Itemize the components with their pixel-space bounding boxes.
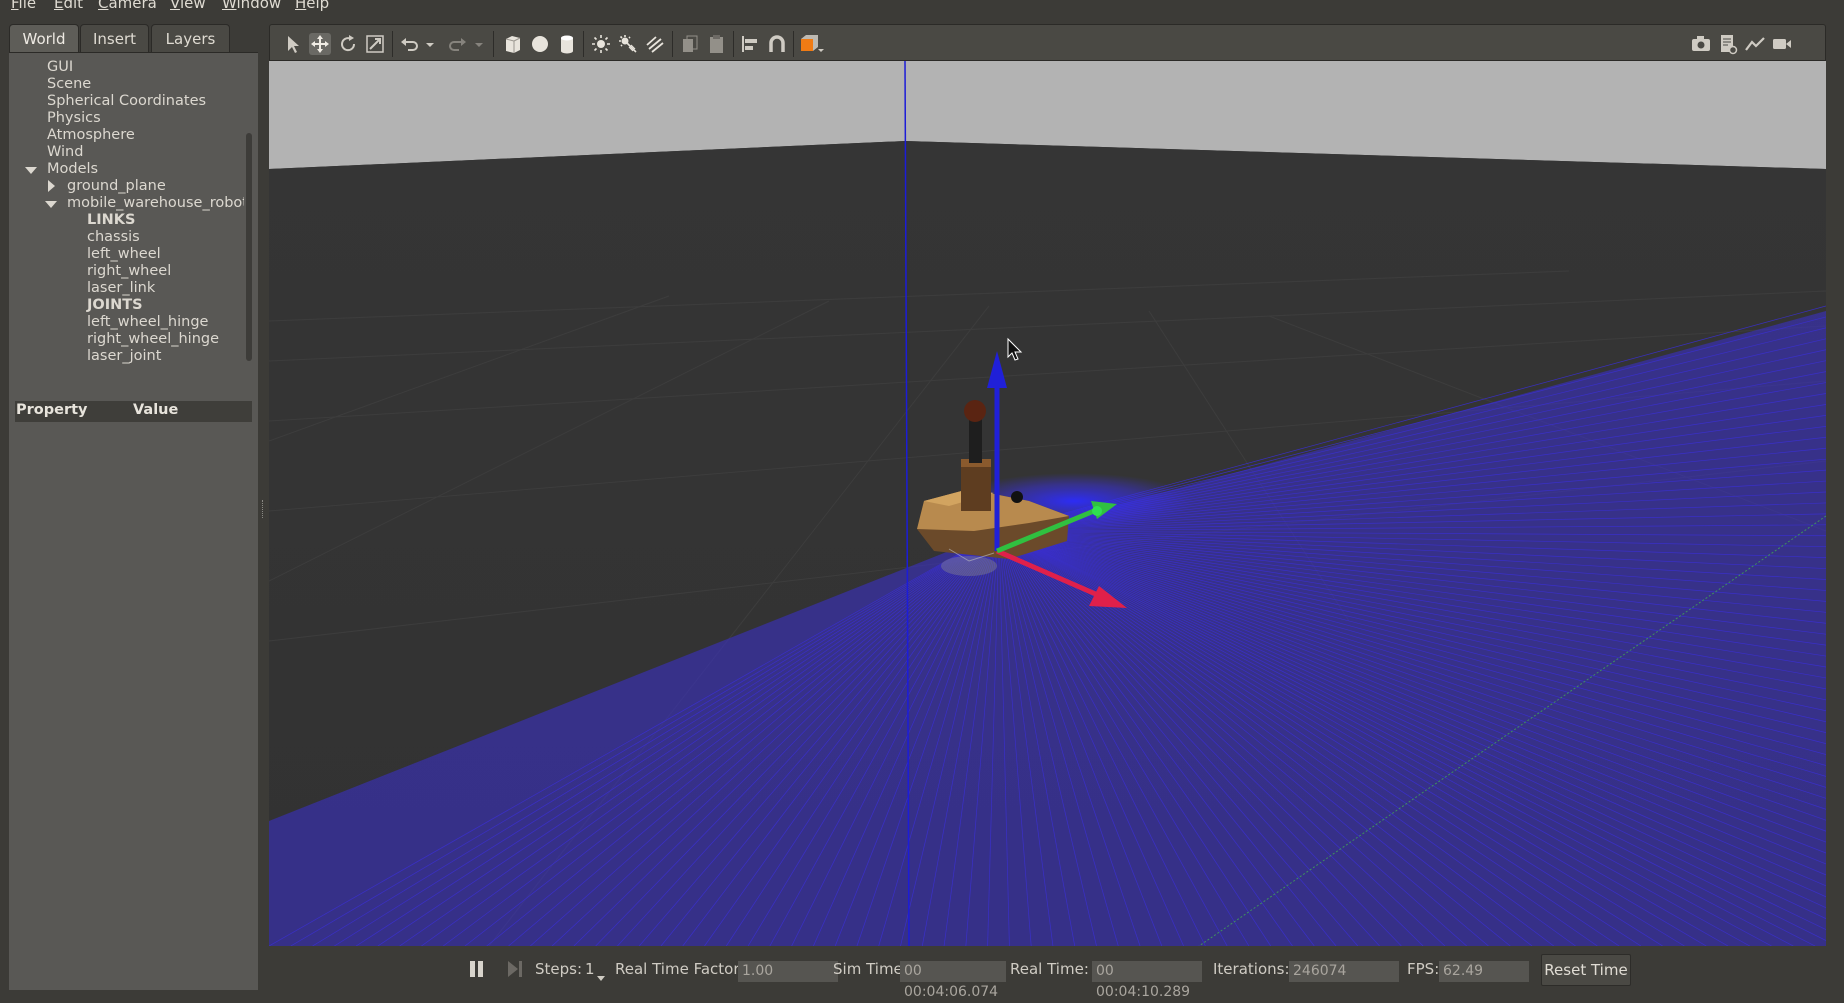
- real-time-field: 00 00:04:10.289: [1092, 961, 1202, 1000]
- panel-splitter-handle[interactable]: [262, 500, 265, 518]
- sphere-shape-icon[interactable]: [529, 33, 551, 55]
- tree-expanded-arrow-icon[interactable]: [45, 201, 57, 208]
- tree-item[interactable]: left_wheel_hinge: [87, 314, 208, 331]
- tree-item[interactable]: laser_joint: [87, 348, 161, 365]
- tree-item[interactable]: GUI: [47, 59, 73, 76]
- sim-time-field: 00 00:04:06.074: [900, 961, 1006, 1000]
- plot-icon[interactable]: [1744, 33, 1766, 55]
- menu-camera[interactable]: Camera: [98, 0, 157, 12]
- tree-item[interactable]: LINKS: [87, 212, 135, 229]
- translate-icon[interactable]: [309, 33, 331, 55]
- step-forward-icon[interactable]: [506, 960, 524, 978]
- paste-icon[interactable]: [706, 33, 728, 55]
- fps-label: FPS:: [1407, 960, 1440, 978]
- point-light-icon[interactable]: [590, 33, 612, 55]
- screenshot-icon[interactable]: [1690, 33, 1712, 55]
- menu-file[interactable]: File: [11, 0, 36, 12]
- tab-insert[interactable]: Insert: [80, 24, 149, 52]
- property-table-header: Property Value: [15, 401, 252, 422]
- sim-time-label: Sim Time:: [833, 960, 908, 978]
- menubar: File Edit Camera View Window Help: [0, 0, 1844, 13]
- tree-item[interactable]: chassis: [87, 229, 140, 246]
- tree-item[interactable]: Scene: [47, 76, 91, 93]
- log-icon[interactable]: [1717, 33, 1739, 55]
- view-angle-icon[interactable]: [798, 33, 826, 55]
- world-tree[interactable]: GUI Scene Spherical Coordinates Physics Atmo…: [12, 59, 244, 369]
- redo-icon[interactable]: [447, 33, 469, 55]
- main-toolbar: [269, 24, 1826, 61]
- tree-item[interactable]: Wind: [47, 144, 83, 161]
- menu-window[interactable]: Window: [222, 0, 281, 12]
- tab-layers[interactable]: Layers: [151, 24, 230, 52]
- left-panel: World Insert Layers GUI Scene Spherical Co…: [9, 24, 258, 990]
- reset-time-button[interactable]: Reset Time: [1541, 954, 1631, 986]
- tab-world[interactable]: World: [9, 24, 79, 52]
- value-column-header: Value: [133, 402, 179, 418]
- tree-item[interactable]: Models: [47, 161, 98, 178]
- menu-view[interactable]: View: [170, 0, 206, 12]
- scene-render: [269, 61, 1826, 946]
- real-time-label: Real Time:: [1010, 960, 1089, 978]
- box-shape-icon[interactable]: [502, 33, 524, 55]
- cylinder-shape-icon[interactable]: [556, 33, 578, 55]
- scale-icon[interactable]: [364, 33, 386, 55]
- real-time-factor-field: 1.00: [738, 961, 838, 982]
- snap-icon[interactable]: [766, 33, 788, 55]
- tree-item[interactable]: Atmosphere: [47, 127, 135, 144]
- iterations-label: Iterations:: [1213, 960, 1290, 978]
- undo-icon[interactable]: [398, 33, 420, 55]
- status-bar: Steps: 1 Real Time Factor: 1.00 Sim Time…: [269, 946, 1826, 1000]
- property-column-header: Property: [16, 402, 88, 418]
- steps-label: Steps:: [535, 960, 583, 978]
- tree-item[interactable]: Spherical Coordinates: [47, 93, 206, 110]
- iterations-field: 246074: [1289, 961, 1399, 982]
- tree-item[interactable]: mobile_warehouse_robot: [67, 195, 244, 212]
- scene-viewport[interactable]: [269, 61, 1826, 946]
- tree-collapsed-arrow-icon[interactable]: [48, 180, 55, 192]
- tree-item[interactable]: laser_link: [87, 280, 155, 297]
- world-tab-content: GUI Scene Spherical Coordinates Physics Atmo…: [9, 52, 258, 990]
- tree-scrollbar-thumb[interactable]: [246, 133, 252, 361]
- menu-edit[interactable]: Edit: [54, 0, 83, 12]
- directional-light-icon[interactable]: [644, 33, 666, 55]
- tree-item[interactable]: right_wheel_hinge: [87, 331, 219, 348]
- tree-expanded-arrow-icon[interactable]: [25, 167, 37, 174]
- steps-spinbox[interactable]: 1: [585, 960, 595, 978]
- pause-icon[interactable]: [468, 960, 486, 978]
- tree-item[interactable]: right_wheel: [87, 263, 171, 280]
- fps-field: 62.49: [1439, 961, 1529, 982]
- redo-dropdown-icon[interactable]: [472, 33, 486, 55]
- undo-dropdown-icon[interactable]: [423, 33, 437, 55]
- record-video-icon[interactable]: [1771, 33, 1793, 55]
- menu-help[interactable]: Help: [295, 0, 329, 12]
- tree-item[interactable]: JOINTS: [87, 297, 143, 314]
- real-time-factor-label: Real Time Factor:: [615, 960, 745, 978]
- tree-scrollbar[interactable]: [243, 103, 255, 423]
- tree-item[interactable]: left_wheel: [87, 246, 161, 263]
- align-icon[interactable]: [739, 33, 761, 55]
- left-panel-tabs: World Insert Layers: [9, 24, 258, 52]
- tree-item[interactable]: ground_plane: [67, 178, 166, 195]
- rotate-icon[interactable]: [337, 33, 359, 55]
- select-arrow-icon[interactable]: [282, 33, 304, 55]
- steps-dropdown-icon[interactable]: [596, 969, 606, 981]
- tree-item[interactable]: Physics: [47, 110, 101, 127]
- spot-light-icon[interactable]: [617, 33, 639, 55]
- copy-icon[interactable]: [679, 33, 701, 55]
